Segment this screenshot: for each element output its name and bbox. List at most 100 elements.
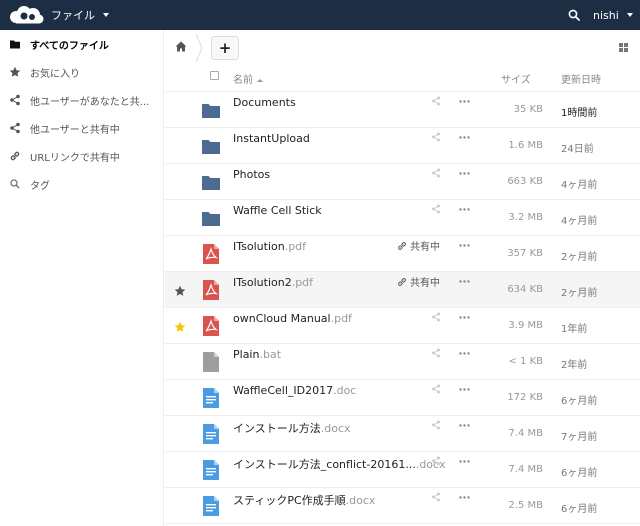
table-row[interactable]: ownCloud Manual.pdf 3.9 MB 1年前 <box>165 308 640 344</box>
file-name[interactable]: InstantUpload <box>233 132 310 145</box>
sidebar-item-favorites[interactable]: お気に入り <box>0 58 164 86</box>
file-name[interactable]: インストール方法_conflict-20161....docx <box>233 456 446 472</box>
table-row[interactable]: Photos 663 KB 4ヶ月前 <box>165 164 640 200</box>
new-file-button[interactable]: + <box>211 36 239 60</box>
share-icon[interactable] <box>431 384 441 394</box>
column-size-header[interactable]: サイズ <box>501 71 531 86</box>
user-menu[interactable]: nishi <box>593 0 633 30</box>
folder-icon <box>202 104 220 118</box>
favorite-star-icon[interactable] <box>174 321 186 333</box>
more-options-icon[interactable] <box>459 388 470 391</box>
file-name[interactable]: Waffle Cell Stick <box>233 204 322 217</box>
user-name: nishi <box>593 8 619 22</box>
document-file-icon <box>203 388 219 408</box>
more-options-icon[interactable] <box>459 208 470 211</box>
file-extension: .doc <box>333 384 357 397</box>
select-all-checkbox[interactable] <box>210 71 219 80</box>
share-icon[interactable] <box>431 168 441 178</box>
sort-asc-icon <box>257 79 263 82</box>
file-extension: .bat <box>259 348 282 361</box>
owncloud-logo[interactable] <box>8 5 44 25</box>
controls-bar: + <box>165 30 640 64</box>
file-basename: ITsolution <box>233 240 285 253</box>
more-options-icon[interactable] <box>459 280 470 283</box>
file-modified: 6ヶ月前 <box>561 396 598 407</box>
file-size: < 1 KB <box>508 356 543 367</box>
shared-indicator[interactable]: 共有中 <box>397 274 440 289</box>
share-icon <box>10 122 20 134</box>
file-basename: ownCloud Manual <box>233 312 331 325</box>
share-icon[interactable] <box>431 132 441 142</box>
file-modified: 24日前 <box>561 144 594 155</box>
document-file-icon <box>203 424 219 444</box>
table-row[interactable]: スティックPC作成手順.docx 2.5 MB 6ヶ月前 <box>165 488 640 524</box>
more-options-icon[interactable] <box>459 244 470 247</box>
share-icon[interactable] <box>431 420 441 430</box>
search-icon[interactable] <box>568 9 580 21</box>
more-options-icon[interactable] <box>459 424 470 427</box>
favorite-star-icon[interactable] <box>174 285 186 297</box>
more-options-icon[interactable] <box>459 100 470 103</box>
file-name[interactable]: ITsolution.pdf <box>233 240 306 253</box>
file-name[interactable]: ownCloud Manual.pdf <box>233 312 352 325</box>
more-options-icon[interactable] <box>459 172 470 175</box>
sidebar-item-shared-with-others[interactable]: 他ユーザーと共有中 <box>0 114 164 142</box>
file-name[interactable]: Photos <box>233 168 270 181</box>
share-icon[interactable] <box>431 456 441 466</box>
shared-indicator[interactable]: 共有中 <box>397 238 440 253</box>
share-icon[interactable] <box>431 204 441 214</box>
table-row[interactable]: Waffle Cell Stick 3.2 MB 4ヶ月前 <box>165 200 640 236</box>
more-options-icon[interactable] <box>459 496 470 499</box>
table-row[interactable]: Plain.bat < 1 KB 2年前 <box>165 344 640 380</box>
home-icon[interactable] <box>175 41 187 52</box>
share-icon[interactable] <box>431 312 441 322</box>
table-row[interactable]: WaffleCell_ID2017.doc 172 KB 6ヶ月前 <box>165 380 640 416</box>
file-list-header: 名前 サイズ 更新日時 <box>165 64 640 92</box>
sidebar-item-tags[interactable]: タグ <box>0 170 164 198</box>
app-menu[interactable]: ファイル <box>51 0 109 30</box>
file-extension: .docx <box>320 422 351 435</box>
file-basename: InstantUpload <box>233 132 310 145</box>
table-row[interactable]: インストール方法.docx 7.4 MB 7ヶ月前 <box>165 416 640 452</box>
sidebar-item-shared-by-link[interactable]: URLリンクで共有中 <box>0 142 164 170</box>
share-icon[interactable] <box>431 96 441 106</box>
file-modified: 1時間前 <box>561 108 598 119</box>
file-size: 2.5 MB <box>508 500 543 511</box>
link-icon <box>398 241 406 250</box>
file-name[interactable]: インストール方法.docx <box>233 420 351 436</box>
share-icon[interactable] <box>431 348 441 358</box>
more-options-icon[interactable] <box>459 460 470 463</box>
folder-icon <box>10 40 20 49</box>
column-name-header[interactable]: 名前 <box>233 71 263 86</box>
file-name[interactable]: Documents <box>233 96 296 109</box>
more-options-icon[interactable] <box>459 352 470 355</box>
file-size: 3.2 MB <box>508 212 543 223</box>
sidebar-item-all-files[interactable]: すべてのファイル <box>0 30 164 58</box>
search-icon <box>10 179 20 189</box>
app-navigation: すべてのファイル お気に入り 他ユーザーがあなたと共... 他ユーザーと共有中 … <box>0 30 164 526</box>
share-icon[interactable] <box>431 492 441 502</box>
column-modified-header[interactable]: 更新日時 <box>561 71 601 86</box>
table-row[interactable]: ITsolution.pdf 共有中 357 KB 2ヶ月前 <box>165 236 640 272</box>
file-name[interactable]: ITsolution2.pdf <box>233 276 313 289</box>
pdf-file-icon <box>203 316 219 336</box>
file-name[interactable]: スティックPC作成手順.docx <box>233 492 375 508</box>
file-basename: WaffleCell_ID2017 <box>233 384 334 397</box>
grid-view-icon[interactable] <box>619 43 628 52</box>
file-modified: 6ヶ月前 <box>561 504 598 515</box>
file-basename: スティックPC作成手順 <box>233 494 346 507</box>
table-row[interactable]: インストール方法_conflict-20161....docx 7.4 MB 6ヶ月… <box>165 452 640 488</box>
more-options-icon[interactable] <box>459 136 470 139</box>
table-row[interactable]: ITsolution2.pdf 共有中 634 KB 2ヶ月前 <box>165 272 640 308</box>
sidebar-item-shared-with-you[interactable]: 他ユーザーがあなたと共... <box>0 86 164 114</box>
file-size: 663 KB <box>507 176 543 187</box>
file-name[interactable]: Plain.bat <box>233 348 281 361</box>
sidebar-item-label: URLリンクで共有中 <box>30 153 120 164</box>
top-header: ファイル nishi <box>0 0 640 30</box>
more-options-icon[interactable] <box>459 316 470 319</box>
sidebar-item-label: 他ユーザーがあなたと共... <box>30 97 150 108</box>
file-modified: 7ヶ月前 <box>561 432 598 443</box>
file-name[interactable]: WaffleCell_ID2017.doc <box>233 384 356 397</box>
table-row[interactable]: Documents 35 KB 1時間前 <box>165 92 640 128</box>
table-row[interactable]: InstantUpload 1.6 MB 24日前 <box>165 128 640 164</box>
